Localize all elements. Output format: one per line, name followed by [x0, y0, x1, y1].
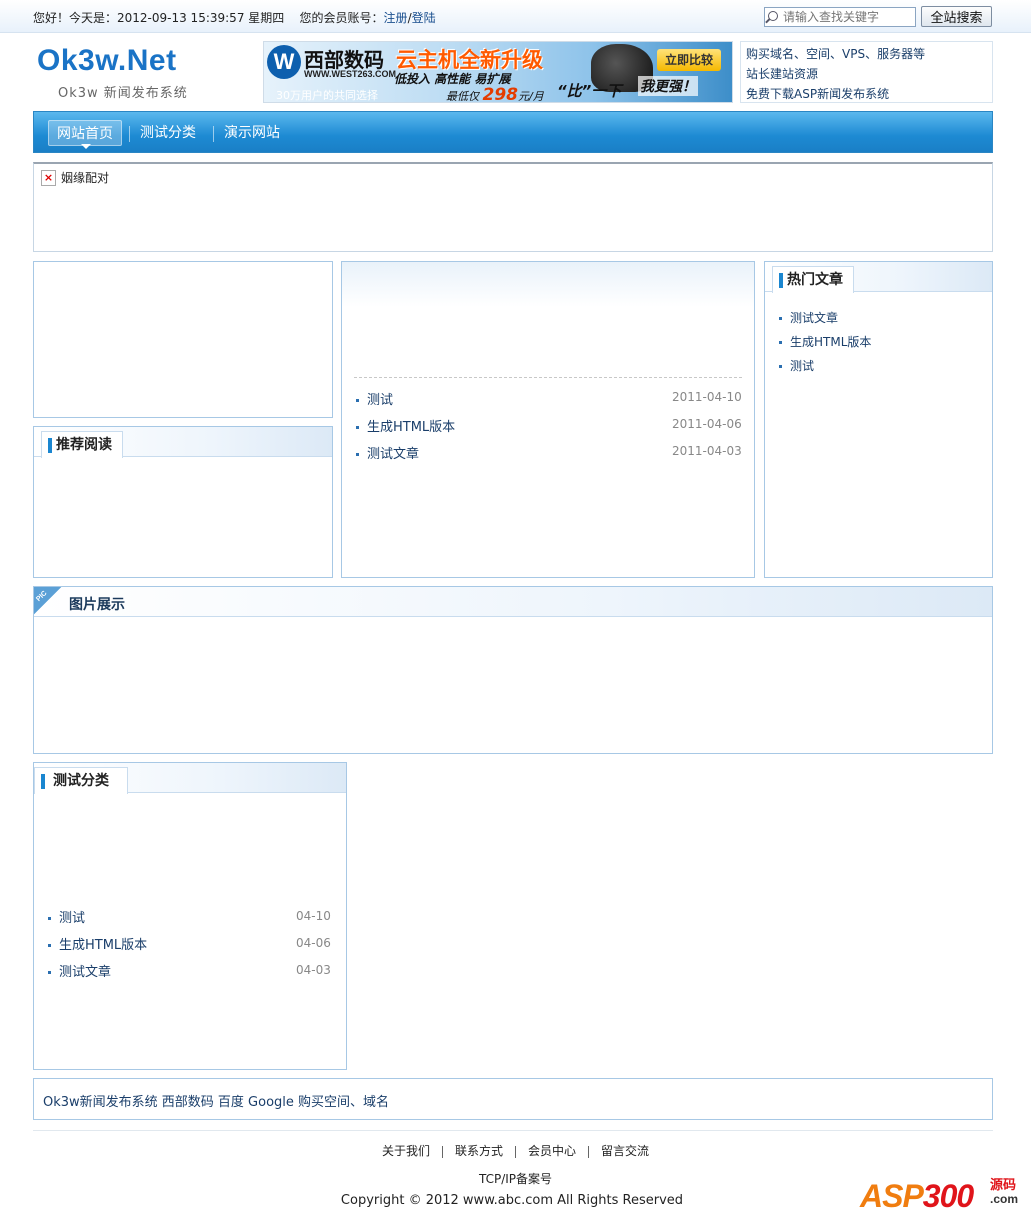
nav-separator [213, 126, 214, 142]
ad-compare-button[interactable]: 立即比较 [657, 49, 721, 71]
west-logo-icon: W [267, 45, 301, 79]
list-item[interactable]: 测试文章 [48, 961, 111, 980]
list-item-date: 04-10 [296, 909, 331, 923]
top-bar: 您好！今天是：2012-09-13 15:39:57 星期四 您的会员账号：注册… [0, 0, 1031, 33]
contact-link[interactable]: 联系方式 [455, 1144, 503, 1158]
ad-strong-text: 我更强！ [638, 76, 698, 96]
footer-nav: 关于我们 联系方式 会员中心 留言交流 [0, 1142, 1031, 1159]
header-links: 购买域名、空间、VPS、服务器等 站长建站资源 免费下载ASP新闻发布系统 [740, 41, 993, 103]
pictures-titlebar: PIC 图片展示 [34, 587, 992, 617]
list-item[interactable]: 生成HTML版本 [356, 416, 455, 435]
list-item[interactable]: 测试 [356, 389, 393, 408]
site-search-button[interactable]: 全站搜索 [921, 6, 992, 27]
marriage-match-label[interactable]: 姻缘配对 [61, 169, 109, 186]
list-item[interactable]: 生成HTML版本 [48, 934, 147, 953]
guestbook-link[interactable]: 留言交流 [601, 1144, 649, 1158]
list-item-date: 2011-04-06 [672, 417, 742, 431]
slideshow-box [33, 261, 333, 418]
member-label: 您的会员账号： [299, 11, 384, 25]
recommend-titlebar: 推荐阅读 [34, 427, 332, 458]
nav-demo-site[interactable]: 演示网站 [216, 120, 288, 146]
webmaster-resources-link[interactable]: 站长建站资源 [746, 65, 818, 82]
marriage-match-box: × 姻缘配对 [33, 162, 993, 252]
asp300-watermark-logo: ASP300 源码 .com [860, 1178, 1019, 1214]
search-input[interactable] [783, 9, 913, 25]
dashed-divider [354, 377, 742, 378]
greeting-bar: 您好！今天是：2012-09-13 15:39:57 星期四 您的会员账号：注册… [33, 9, 436, 26]
list-item-date: 04-06 [296, 936, 331, 950]
list-item[interactable]: 测试 [779, 357, 814, 374]
main-nav: 网站首页 测试分类 演示网站 [33, 111, 993, 153]
recommend-title: 推荐阅读 [41, 431, 123, 458]
friend-links-box: Ok3w新闻发布系统 西部数码 百度 Google 购买空间、域名 [33, 1078, 993, 1120]
list-item[interactable]: 测试文章 [779, 309, 838, 326]
list-item[interactable]: 测试 [48, 907, 85, 926]
ad-price: 最低仅 298元/月 [446, 85, 544, 103]
nav-separator [129, 126, 130, 142]
list-item-date: 2011-04-03 [672, 444, 742, 458]
hot-title: 热门文章 [772, 266, 854, 293]
member-center-link[interactable]: 会员中心 [528, 1144, 576, 1158]
buy-domain-link[interactable]: 购买域名、空间、VPS、服务器等 [746, 45, 925, 62]
download-system-link[interactable]: 免费下载ASP新闻发布系统 [746, 85, 889, 102]
broken-image-icon: × [41, 170, 56, 186]
list-item-date: 04-03 [296, 963, 331, 977]
list-item[interactable]: 生成HTML版本 [779, 333, 871, 350]
picture-showcase-box: PIC 图片展示 [33, 586, 993, 754]
recommend-box: 推荐阅读 [33, 426, 333, 578]
list-item[interactable]: 测试文章 [356, 443, 419, 462]
ad-banner[interactable]: W 西部数码 WWW.WEST263.COM 云主机全新升级 低投入 高性能 易… [263, 41, 733, 103]
logo-subtitle: Ok3w 新闻发布系统 [58, 86, 188, 101]
category-titlebar: 测试分类 [34, 763, 346, 794]
ad-site: WWW.WEST263.COM [304, 69, 396, 79]
nav-home[interactable]: 网站首页 [48, 120, 122, 149]
ad-users: 30万用户的共同选择 [276, 89, 378, 102]
login-link[interactable]: 登陆 [412, 11, 436, 25]
center-news-box: 测试 2011-04-10 生成HTML版本 2011-04-06 测试文章 2… [341, 261, 755, 578]
pictures-title: 图片展示 [69, 597, 125, 613]
pic-ribbon-icon: PIC [34, 587, 66, 615]
search-box[interactable] [764, 7, 916, 27]
test-category-box: 测试分类 测试 04-10 生成HTML版本 04-06 测试文章 04-03 [33, 762, 347, 1070]
category-title: 测试分类 [34, 767, 128, 794]
register-link[interactable]: 注册 [384, 11, 408, 25]
search-icon [768, 11, 778, 21]
friend-links[interactable]: Ok3w新闻发布系统 西部数码 百度 Google 购买空间、域名 [43, 1091, 389, 1110]
nav-test-category[interactable]: 测试分类 [132, 120, 204, 146]
about-us-link[interactable]: 关于我们 [382, 1144, 430, 1158]
greeting-text: 您好！今天是：2012-09-13 15:39:57 星期四 [33, 11, 285, 25]
hot-titlebar: 热门文章 [765, 262, 992, 293]
hot-articles-box: 热门文章 测试文章 生成HTML版本 测试 [764, 261, 993, 578]
list-item-date: 2011-04-10 [672, 390, 742, 404]
site-logo[interactable]: Ok3w.Net [37, 44, 177, 78]
ad-compare-text: “比”一下 [557, 82, 622, 100]
footer-divider [33, 1130, 993, 1131]
